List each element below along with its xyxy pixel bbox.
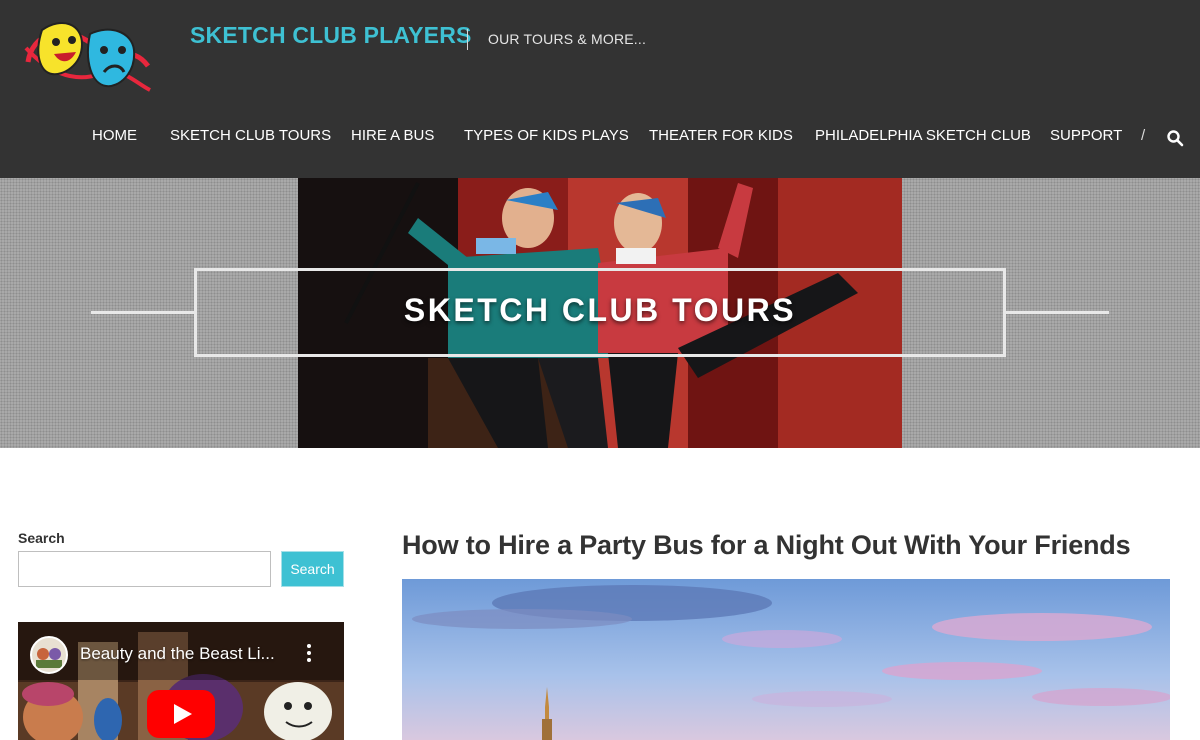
main-nav: HOME SKETCH CLUB TOURS HIRE A BUS TYPES … (0, 127, 1200, 149)
video-embed[interactable]: Beauty and the Beast Li... (18, 622, 344, 740)
banner-line-right (1006, 311, 1109, 314)
site-header: SKETCH CLUB PLAYERS OUR TOURS & MORE... … (0, 0, 1200, 178)
search-label: Search (18, 530, 65, 546)
search-icon[interactable] (1166, 129, 1184, 147)
article-title[interactable]: How to Hire a Party Bus for a Night Out … (402, 530, 1131, 561)
nav-item-sketch-club-tours[interactable]: SKETCH CLUB TOURS (170, 127, 331, 144)
site-tagline: OUR TOURS & MORE... (488, 31, 647, 47)
nav-item-home[interactable]: HOME (92, 127, 137, 144)
page-banner: SKETCH CLUB TOURS (0, 178, 1200, 448)
search-input[interactable] (18, 551, 271, 587)
article-image[interactable] (402, 579, 1170, 740)
title-divider (467, 29, 468, 50)
theater-masks-logo[interactable] (22, 14, 154, 100)
nav-item-philadelphia-sketch-club[interactable]: PHILADELPHIA SKETCH CLUB (815, 127, 1031, 144)
nav-item-hire-a-bus[interactable]: HIRE A BUS (351, 127, 434, 144)
channel-avatar[interactable] (30, 636, 68, 674)
nav-item-types-of-kids-plays[interactable]: TYPES OF KIDS PLAYS (464, 127, 629, 144)
nav-item-support[interactable]: SUPPORT (1050, 127, 1122, 144)
video-title[interactable]: Beauty and the Beast Li... (80, 644, 275, 664)
play-icon[interactable] (147, 690, 215, 738)
nav-separator: / (1141, 127, 1146, 144)
site-title[interactable]: SKETCH CLUB PLAYERS (190, 22, 472, 49)
nav-item-theater-for-kids[interactable]: THEATER FOR KIDS (649, 127, 793, 144)
banner-line-left (91, 311, 194, 314)
search-button[interactable]: Search (281, 551, 344, 587)
page-title: SKETCH CLUB TOURS (403, 292, 797, 328)
more-vertical-icon[interactable] (304, 644, 314, 664)
